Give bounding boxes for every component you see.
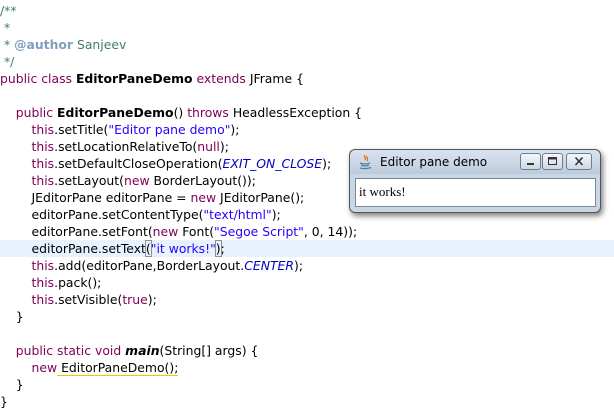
code-line: public static void main(String[] args) {: [15, 343, 259, 358]
window-title: Editor pane demo: [380, 155, 488, 169]
code-line: this.add(editorPane,BorderLayout.CENTER)…: [31, 258, 303, 273]
current-code-line: editorPane.setText("it works!");: [0, 240, 614, 257]
code-line: * @author Sanjeev: [0, 37, 127, 52]
maximize-icon: [548, 157, 557, 165]
code-line: new EditorPaneDemo();: [31, 360, 179, 376]
maximize-button[interactable]: [542, 153, 563, 170]
code-line: editorPane.setFont(new Font("Segoe Scrip…: [31, 224, 358, 239]
java-icon: [358, 154, 373, 170]
code-line: }: [15, 377, 24, 392]
minimize-icon: [527, 163, 534, 165]
close-button[interactable]: [566, 153, 592, 170]
code-line: this.pack();: [31, 275, 102, 290]
editor-pane-text: it works!: [359, 184, 406, 199]
code-line: public EditorPaneDemo() throws HeadlessE…: [15, 105, 363, 120]
code-line: }: [15, 309, 24, 324]
window-titlebar[interactable]: Editor pane demo: [350, 150, 600, 174]
code-line: this.setTitle("Editor pane demo");: [31, 122, 240, 137]
close-icon: [574, 156, 584, 166]
code-line: }: [0, 394, 8, 409]
code-line: *: [0, 20, 11, 35]
code-line: */: [0, 54, 15, 69]
code-line: public class EditorPaneDemo extends JFra…: [0, 71, 304, 86]
minimize-button[interactable]: [520, 153, 541, 170]
editor-pane-demo-window[interactable]: Editor pane demo it works!: [349, 149, 601, 213]
editor-pane[interactable]: it works!: [355, 178, 596, 207]
code-line: /**: [0, 3, 17, 18]
code-line: this.setVisible(true);: [31, 292, 157, 307]
